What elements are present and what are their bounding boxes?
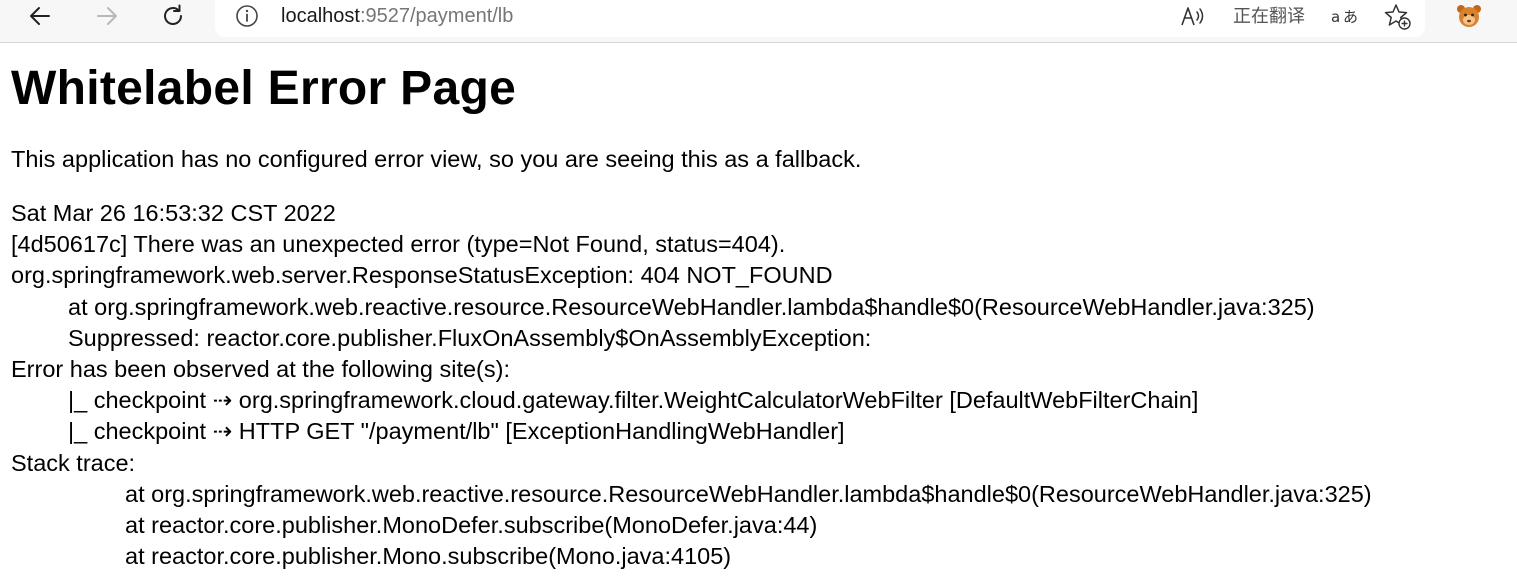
back-arrow-icon <box>30 7 50 25</box>
suppressed-line: Suppressed: reactor.core.publisher.FluxO… <box>68 324 872 351</box>
error-summary: [4d50617c] There was an unexpected error… <box>11 231 786 258</box>
browser-toolbar: localhost:9527/payment/lb 正在翻译 a あ <box>0 0 1517 43</box>
forward-button[interactable] <box>89 0 125 32</box>
error-details: Sat Mar 26 16:53:32 CST 2022 [4d50617c] … <box>11 198 1517 572</box>
page-title: Whitelabel Error Page <box>11 62 517 115</box>
checkpoint-line: |_ checkpoint ⇢ org.springframework.clou… <box>68 387 1199 414</box>
stack-frame: at org.springframework.web.reactive.reso… <box>125 480 1372 507</box>
translate-icon[interactable]: a あ <box>1330 2 1362 30</box>
refresh-icon <box>164 4 182 25</box>
checkpoint-line: |_ checkpoint ⇢ HTTP GET "/payment/lb" [… <box>68 418 845 445</box>
back-button[interactable] <box>22 0 58 32</box>
observed-header: Error has been observed at the following… <box>11 356 510 383</box>
url-host: localhost <box>281 5 360 27</box>
refresh-button[interactable] <box>155 0 191 32</box>
url-path: :9527/payment/lb <box>359 5 514 27</box>
fallback-message: This application has no configured error… <box>11 146 862 172</box>
stack-trace-header: Stack trace: <box>11 449 136 476</box>
translate-status[interactable]: 正在翻译 <box>1233 3 1305 29</box>
stack-frame: at reactor.core.publisher.MonoDefer.subs… <box>125 512 818 539</box>
error-timestamp: Sat Mar 26 16:53:32 CST 2022 <box>11 200 336 226</box>
svg-text:あ: あ <box>1343 8 1358 26</box>
error-page: Whitelabel Error Page This application h… <box>0 43 1517 572</box>
exception-line: org.springframework.web.server.ResponseS… <box>11 262 833 289</box>
stack-frame: at reactor.core.publisher.Mono.subscribe… <box>125 543 732 570</box>
svg-text:a: a <box>1331 8 1340 26</box>
forward-arrow-icon <box>97 7 117 25</box>
read-aloud-icon[interactable] <box>1178 3 1206 31</box>
profile-icon[interactable] <box>1455 2 1483 30</box>
exception-at-line: at org.springframework.web.reactive.reso… <box>68 293 1315 320</box>
add-favorite-icon[interactable] <box>1383 2 1413 32</box>
url-text[interactable]: localhost:9527/payment/lb <box>281 3 513 29</box>
site-info-icon[interactable] <box>235 4 259 28</box>
address-bar[interactable]: localhost:9527/payment/lb 正在翻译 a あ <box>215 0 1425 37</box>
